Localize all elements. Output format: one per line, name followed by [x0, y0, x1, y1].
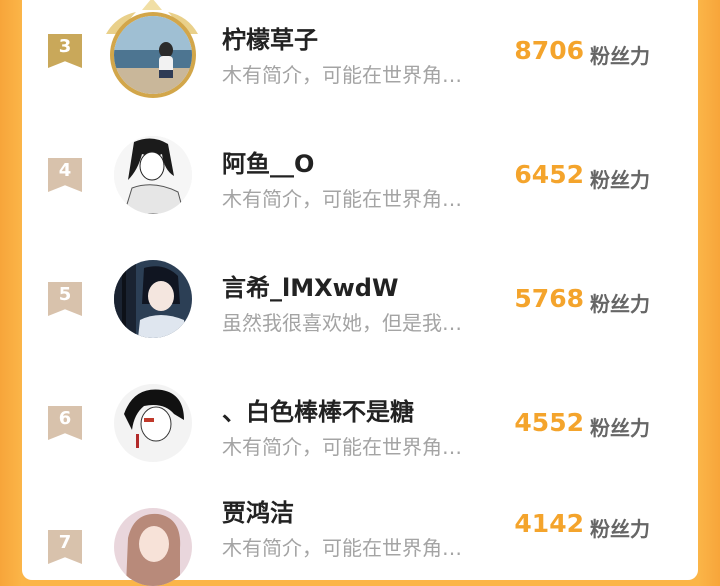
- ranking-row[interactable]: 6 、白色棒棒不是糖 木有简介，可能在世界角… 4552 粉丝力: [22, 352, 698, 462]
- fan-power-label: 粉丝力: [590, 517, 650, 541]
- user-bio: 木有简介，可能在世界角…: [222, 435, 462, 459]
- avatar[interactable]: [114, 136, 192, 214]
- avatar-beach-photo: [114, 16, 192, 94]
- ranking-row[interactable]: 5 言希_lMXwdW 虽然我很喜欢她，但是我… 5768 粉丝力: [22, 228, 698, 338]
- ranking-row[interactable]: 3 柠檬草子 木有简介，可能在世界角… 8706 粉丝力: [22, 0, 698, 94]
- avatar[interactable]: [114, 260, 192, 338]
- rank-number: 6: [58, 408, 72, 429]
- rank-number: 7: [58, 532, 72, 553]
- fan-power-count: 8706: [514, 36, 584, 65]
- fan-power-count: 6452: [514, 160, 584, 189]
- avatar[interactable]: [114, 384, 192, 462]
- fan-power-label: 粉丝力: [590, 44, 650, 68]
- fan-power-label: 粉丝力: [590, 292, 650, 316]
- avatar[interactable]: [114, 16, 192, 94]
- avatar-sketch-boy: [114, 384, 192, 462]
- rank-badge: 7: [48, 530, 82, 564]
- user-name[interactable]: 阿鱼__O: [222, 144, 314, 179]
- user-name[interactable]: 言希_lMXwdW: [222, 268, 398, 303]
- rank-number: 4: [58, 160, 72, 181]
- rank-badge: 5: [48, 282, 82, 316]
- ranking-row[interactable]: 4 阿鱼__O 木有简介，可能在世界角… 6452 粉丝力: [22, 104, 698, 214]
- rank-number: 3: [58, 36, 72, 57]
- fan-power-count: 4142: [514, 509, 584, 538]
- user-bio: 木有简介，可能在世界角…: [222, 63, 462, 87]
- rank-badge: 4: [48, 158, 82, 192]
- fan-power-count: 5768: [514, 284, 584, 313]
- user-name[interactable]: 、白色棒棒不是糖: [222, 392, 414, 427]
- ranking-list-card: 3 柠檬草子 木有简介，可能在世界角… 8706 粉丝力 4 阿鱼__O 木有简…: [22, 0, 698, 586]
- avatar-woman-photo: [114, 508, 192, 586]
- fan-power-count: 4552: [514, 408, 584, 437]
- fan-power-label: 粉丝力: [590, 168, 650, 192]
- rank-number: 5: [58, 284, 72, 305]
- rank-badge: 3: [48, 34, 82, 68]
- user-name[interactable]: 贾鸿洁: [222, 493, 294, 528]
- avatar-anime-girl: [114, 260, 192, 338]
- user-bio: 木有简介，可能在世界角…: [222, 536, 462, 560]
- rank-badge: 6: [48, 406, 82, 440]
- ranking-row[interactable]: 7 贾鸿洁 木有简介，可能在世界角… 4142 粉丝力: [22, 476, 698, 586]
- avatar-sketch-girl: [114, 136, 192, 214]
- user-bio: 木有简介，可能在世界角…: [222, 187, 462, 211]
- user-bio: 虽然我很喜欢她，但是我…: [222, 311, 462, 335]
- user-name[interactable]: 柠檬草子: [222, 20, 318, 55]
- avatar[interactable]: [114, 508, 192, 586]
- fan-power-label: 粉丝力: [590, 416, 650, 440]
